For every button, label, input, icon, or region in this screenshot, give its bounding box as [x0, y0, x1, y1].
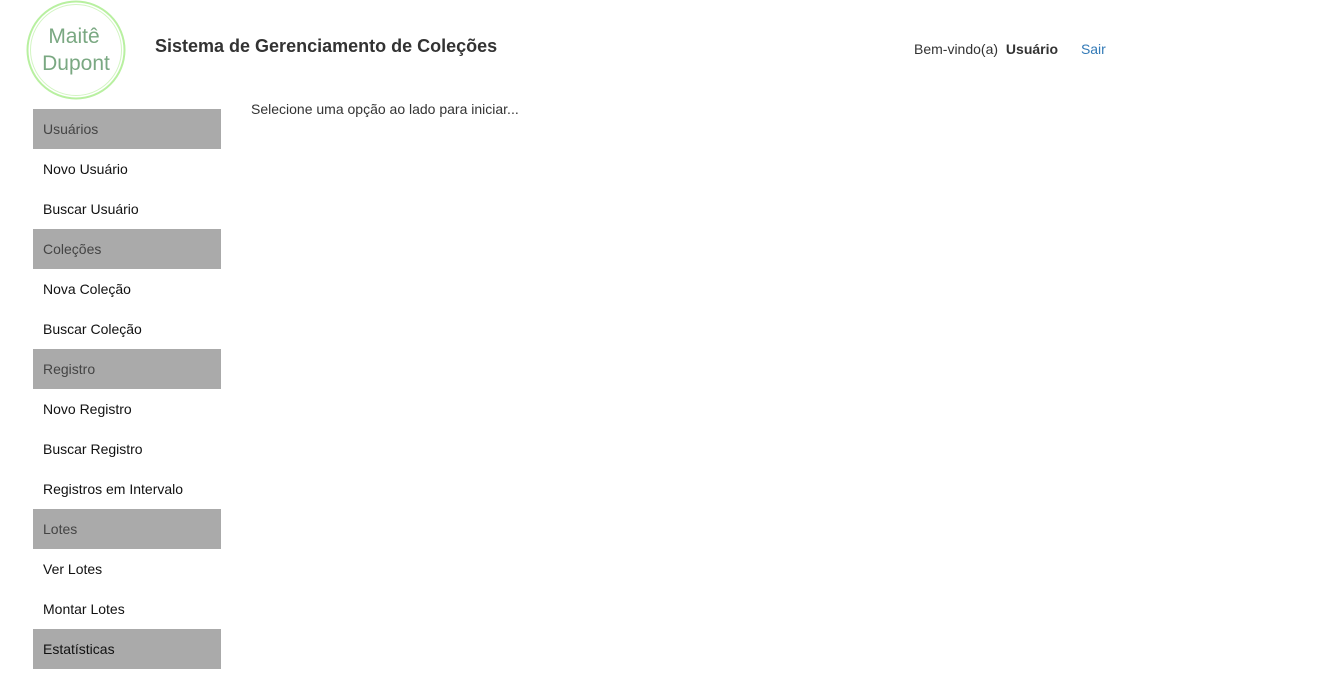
sidebar-item-view-batches[interactable]: Ver Lotes: [33, 549, 221, 589]
sidebar-item-new-record[interactable]: Novo Registro: [33, 389, 221, 429]
sidebar-item-search-collection[interactable]: Buscar Coleção: [33, 309, 221, 349]
user-area: Bem-vindo(a) Usuário Sair: [914, 41, 1106, 57]
sidebar-item-statistics[interactable]: Estatísticas: [33, 629, 221, 669]
sidebar-item-new-collection[interactable]: Nova Coleção: [33, 269, 221, 309]
sidebar-item-assemble-batches[interactable]: Montar Lotes: [33, 589, 221, 629]
logo-text-line1: Maitê: [48, 25, 99, 48]
main-message: Selecione uma opção ao lado para iniciar…: [251, 101, 519, 117]
page-title: Sistema de Gerenciamento de Coleções: [155, 36, 498, 56]
sidebar-section-collections: Coleções: [33, 229, 221, 269]
sidebar-item-search-record[interactable]: Buscar Registro: [33, 429, 221, 469]
sidebar-section-records: Registro: [33, 349, 221, 389]
sidebar: Usuários Novo Usuário Buscar Usuário Col…: [33, 109, 221, 669]
welcome-text: Bem-vindo(a): [914, 41, 999, 57]
username: Usuário: [1005, 41, 1059, 57]
logo: Maitê Dupont: [26, 0, 126, 100]
logout-link[interactable]: Sair: [1081, 41, 1106, 57]
sidebar-section-batches: Lotes: [33, 509, 221, 549]
sidebar-section-users: Usuários: [33, 109, 221, 149]
sidebar-item-records-interval[interactable]: Registros em Intervalo: [33, 469, 221, 509]
sidebar-item-search-user[interactable]: Buscar Usuário: [33, 189, 221, 229]
sidebar-item-new-user[interactable]: Novo Usuário: [33, 149, 221, 189]
logo-text-line2: Dupont: [42, 52, 110, 75]
